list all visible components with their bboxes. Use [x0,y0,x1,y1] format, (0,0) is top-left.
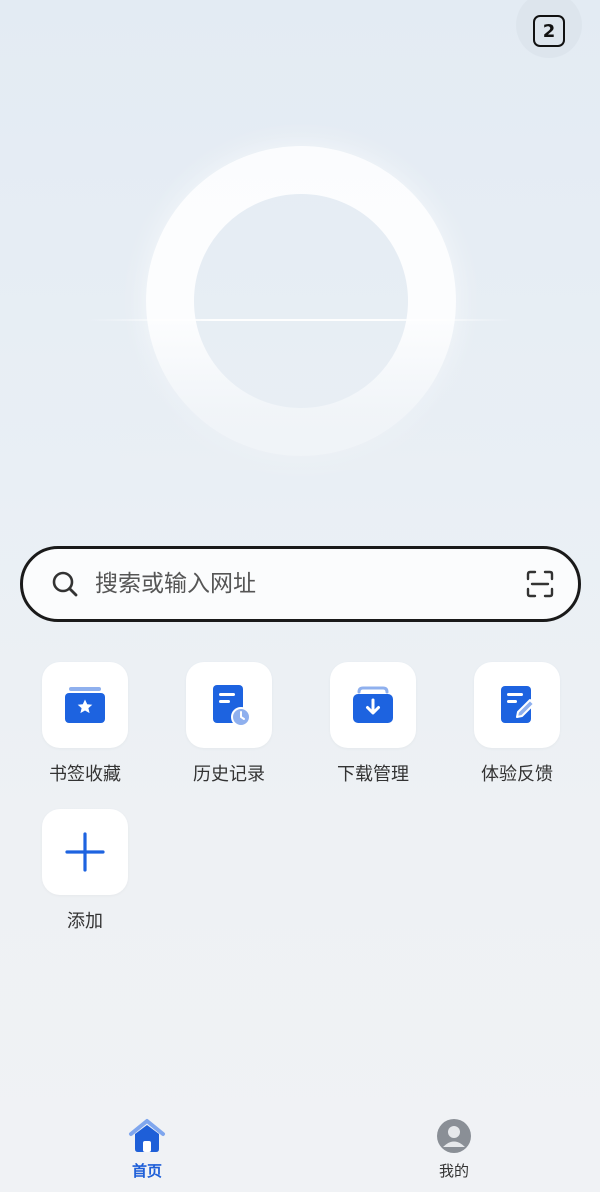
shortcut-label: 添加 [67,911,103,932]
history-clock-icon [213,685,251,727]
feedback-edit-icon [501,686,535,723]
nav-label-home: 首页 [131,1162,162,1180]
profile-avatar-icon [437,1119,471,1153]
nav-item-home[interactable]: 首页 [107,1118,187,1181]
shortcut-bookmarks[interactable]: 书签收藏 [30,662,140,786]
shortcut-label: 下载管理 [337,764,409,785]
shortcut-tile[interactable] [186,662,272,748]
hero-horizon-line [85,319,515,321]
shortcut-tile[interactable] [42,809,128,895]
shortcut-tile[interactable] [42,662,128,748]
search-bar[interactable] [20,546,581,622]
search-icon [52,571,78,597]
bottom-nav: 首页 我的 [0,1110,600,1192]
shortcut-history[interactable]: 历史记录 [174,662,284,786]
nav-label-profile: 我的 [438,1162,469,1180]
shortcut-add[interactable]: 添加 [30,809,140,933]
scan-icon[interactable] [524,568,556,600]
shortcut-downloads[interactable]: 下载管理 [318,662,428,786]
search-input[interactable] [95,571,524,597]
shortcut-tile[interactable] [474,662,560,748]
shortcut-label: 历史记录 [193,764,265,785]
shortcut-label: 体验反馈 [481,764,553,785]
tab-count: 2 [533,15,565,47]
bookmark-star-icon [65,687,105,723]
home-icon [129,1119,165,1152]
shortcut-tile[interactable] [330,662,416,748]
download-icon [353,686,393,723]
hero-ring-reflection [120,320,480,470]
nav-item-profile[interactable]: 我的 [414,1118,494,1181]
tab-count-button[interactable]: 2 [516,0,582,58]
shortcut-feedback[interactable]: 体验反馈 [462,662,572,786]
shortcut-label: 书签收藏 [49,764,121,785]
plus-icon [65,832,105,872]
